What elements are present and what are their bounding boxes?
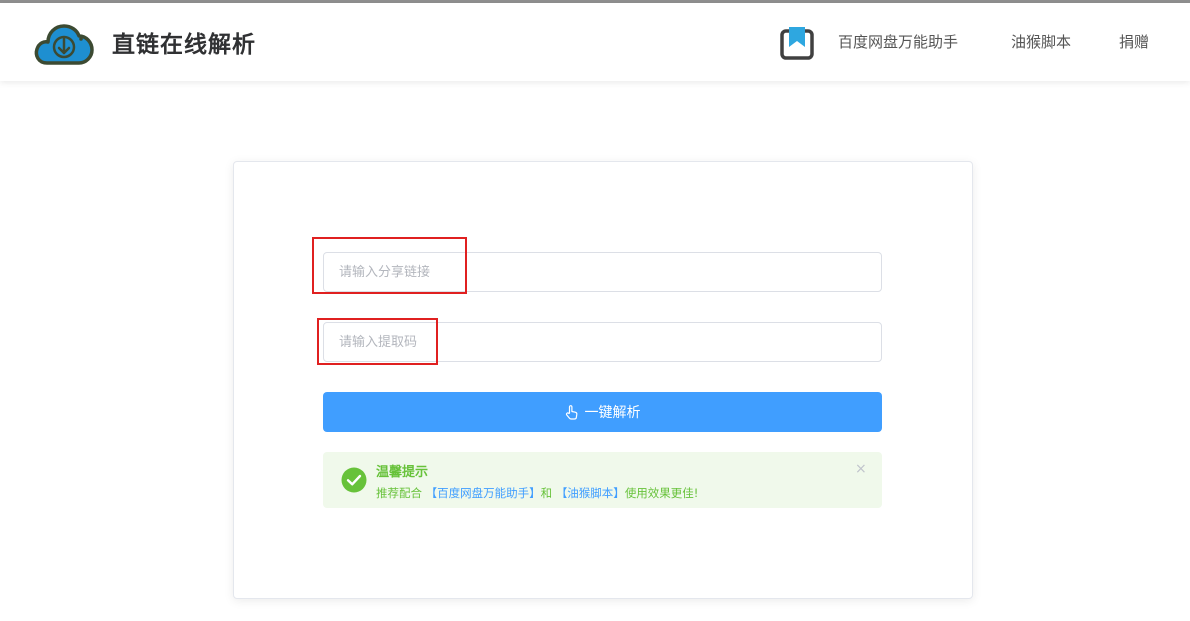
site-title: 直链在线解析 bbox=[112, 32, 256, 58]
share-link-input[interactable] bbox=[323, 252, 882, 292]
alert-desc-prefix: 推荐配合 bbox=[376, 486, 422, 500]
close-icon[interactable]: × bbox=[855, 461, 867, 477]
nav-link-donate[interactable]: 捐赠 bbox=[1119, 31, 1149, 52]
parse-button[interactable]: 一键解析 bbox=[323, 392, 882, 432]
site-header: 直链在线解析 百度网盘万能助手 油猴脚本 捐赠 bbox=[0, 3, 1190, 81]
pointing-hand-icon bbox=[565, 404, 577, 420]
alert-link-tampermonkey-script[interactable]: 【油猴脚本】 bbox=[556, 486, 625, 500]
extract-code-input[interactable] bbox=[323, 322, 882, 362]
alert-link-baidu-helper[interactable]: 【百度网盘万能助手】 bbox=[426, 486, 541, 500]
tip-alert: 温馨提示 推荐配合 【百度网盘万能助手】和 【油猴脚本】使用效果更佳! × bbox=[323, 452, 882, 508]
parse-form-card bbox=[233, 161, 973, 599]
alert-title: 温馨提示 bbox=[376, 465, 429, 480]
nav-link-baidu-helper[interactable]: 百度网盘万能助手 bbox=[838, 31, 958, 52]
cloud-download-icon[interactable] bbox=[33, 17, 95, 69]
nav-link-tampermonkey-script[interactable]: 油猴脚本 bbox=[1011, 31, 1071, 52]
alert-description: 推荐配合 【百度网盘万能助手】和 【油猴脚本】使用效果更佳! bbox=[376, 485, 698, 501]
parse-button-label: 一键解析 bbox=[584, 405, 641, 421]
alert-desc-mid: 和 bbox=[540, 486, 553, 500]
check-circle-icon bbox=[341, 467, 367, 493]
alert-desc-suffix: 使用效果更佳! bbox=[624, 486, 699, 500]
bookmark-icon[interactable] bbox=[779, 25, 815, 61]
